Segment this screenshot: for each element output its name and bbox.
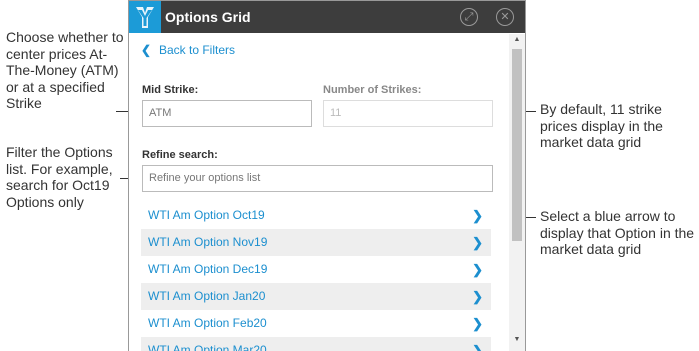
chevron-right-icon[interactable]: ❯ xyxy=(472,310,483,337)
chevron-right-icon[interactable]: ❯ xyxy=(472,202,483,229)
option-label: WTI Am Option Mar20 xyxy=(148,343,267,351)
vertical-scrollbar[interactable]: ▲ ▼ xyxy=(509,34,525,351)
option-row[interactable]: WTI Am Option Oct19 ❯ xyxy=(141,202,491,229)
chevron-right-icon[interactable]: ❯ xyxy=(472,337,483,351)
window-title: Options Grid xyxy=(165,9,251,25)
number-of-strikes-label: Number of Strikes: xyxy=(323,84,422,96)
option-label: WTI Am Option Dec19 xyxy=(148,262,268,276)
back-to-filters-link[interactable]: ❮ Back to Filters xyxy=(141,43,235,57)
option-row[interactable]: WTI Am Option Jan20 ❯ xyxy=(141,283,491,310)
refine-search-input[interactable]: Refine your options list xyxy=(142,165,493,192)
options-grid-window: Options Grid ⤢ ✕ ❮ Back to Filters Mid St… xyxy=(128,0,526,351)
chevron-right-icon[interactable]: ❯ xyxy=(472,229,483,256)
scrollbar-thumb[interactable] xyxy=(512,49,522,241)
scroll-up-icon[interactable]: ▲ xyxy=(512,36,522,43)
callout-default-strikes: By default, 11 strike prices display in … xyxy=(540,101,663,150)
y-logo-icon xyxy=(129,1,161,33)
mid-strike-label: Mid Strike: xyxy=(142,84,199,96)
chevron-right-icon[interactable]: ❯ xyxy=(472,256,483,283)
refine-search-label: Refine search: xyxy=(142,149,218,161)
option-row[interactable]: WTI Am Option Feb20 ❯ xyxy=(141,310,491,337)
option-row[interactable]: WTI Am Option Mar20 ❯ xyxy=(141,337,491,351)
chevron-left-icon: ❮ xyxy=(141,43,152,57)
scroll-down-icon[interactable]: ▼ xyxy=(512,336,522,343)
option-label: WTI Am Option Nov19 xyxy=(148,235,268,249)
expand-icon[interactable]: ⤢ xyxy=(460,8,478,26)
callout-center-prices: Choose whether to center prices At-The-M… xyxy=(6,29,124,111)
option-label: WTI Am Option Jan20 xyxy=(148,289,266,303)
option-label: WTI Am Option Feb20 xyxy=(148,316,267,330)
mid-strike-input[interactable]: ATM xyxy=(142,100,312,127)
callout-filter-list: Filter the Options list. For example, se… xyxy=(6,144,113,210)
chevron-right-icon[interactable]: ❯ xyxy=(472,283,483,310)
close-icon[interactable]: ✕ xyxy=(496,8,514,26)
option-label: WTI Am Option Oct19 xyxy=(148,208,265,222)
title-bar: Options Grid ⤢ ✕ xyxy=(129,1,525,33)
back-label: Back to Filters xyxy=(159,43,236,57)
callout-blue-arrow: Select a blue arrow to display that Opti… xyxy=(540,208,695,257)
option-row[interactable]: WTI Am Option Nov19 ❯ xyxy=(141,229,491,256)
number-of-strikes-input[interactable]: 11 xyxy=(323,100,493,127)
option-row[interactable]: WTI Am Option Dec19 ❯ xyxy=(141,256,491,283)
